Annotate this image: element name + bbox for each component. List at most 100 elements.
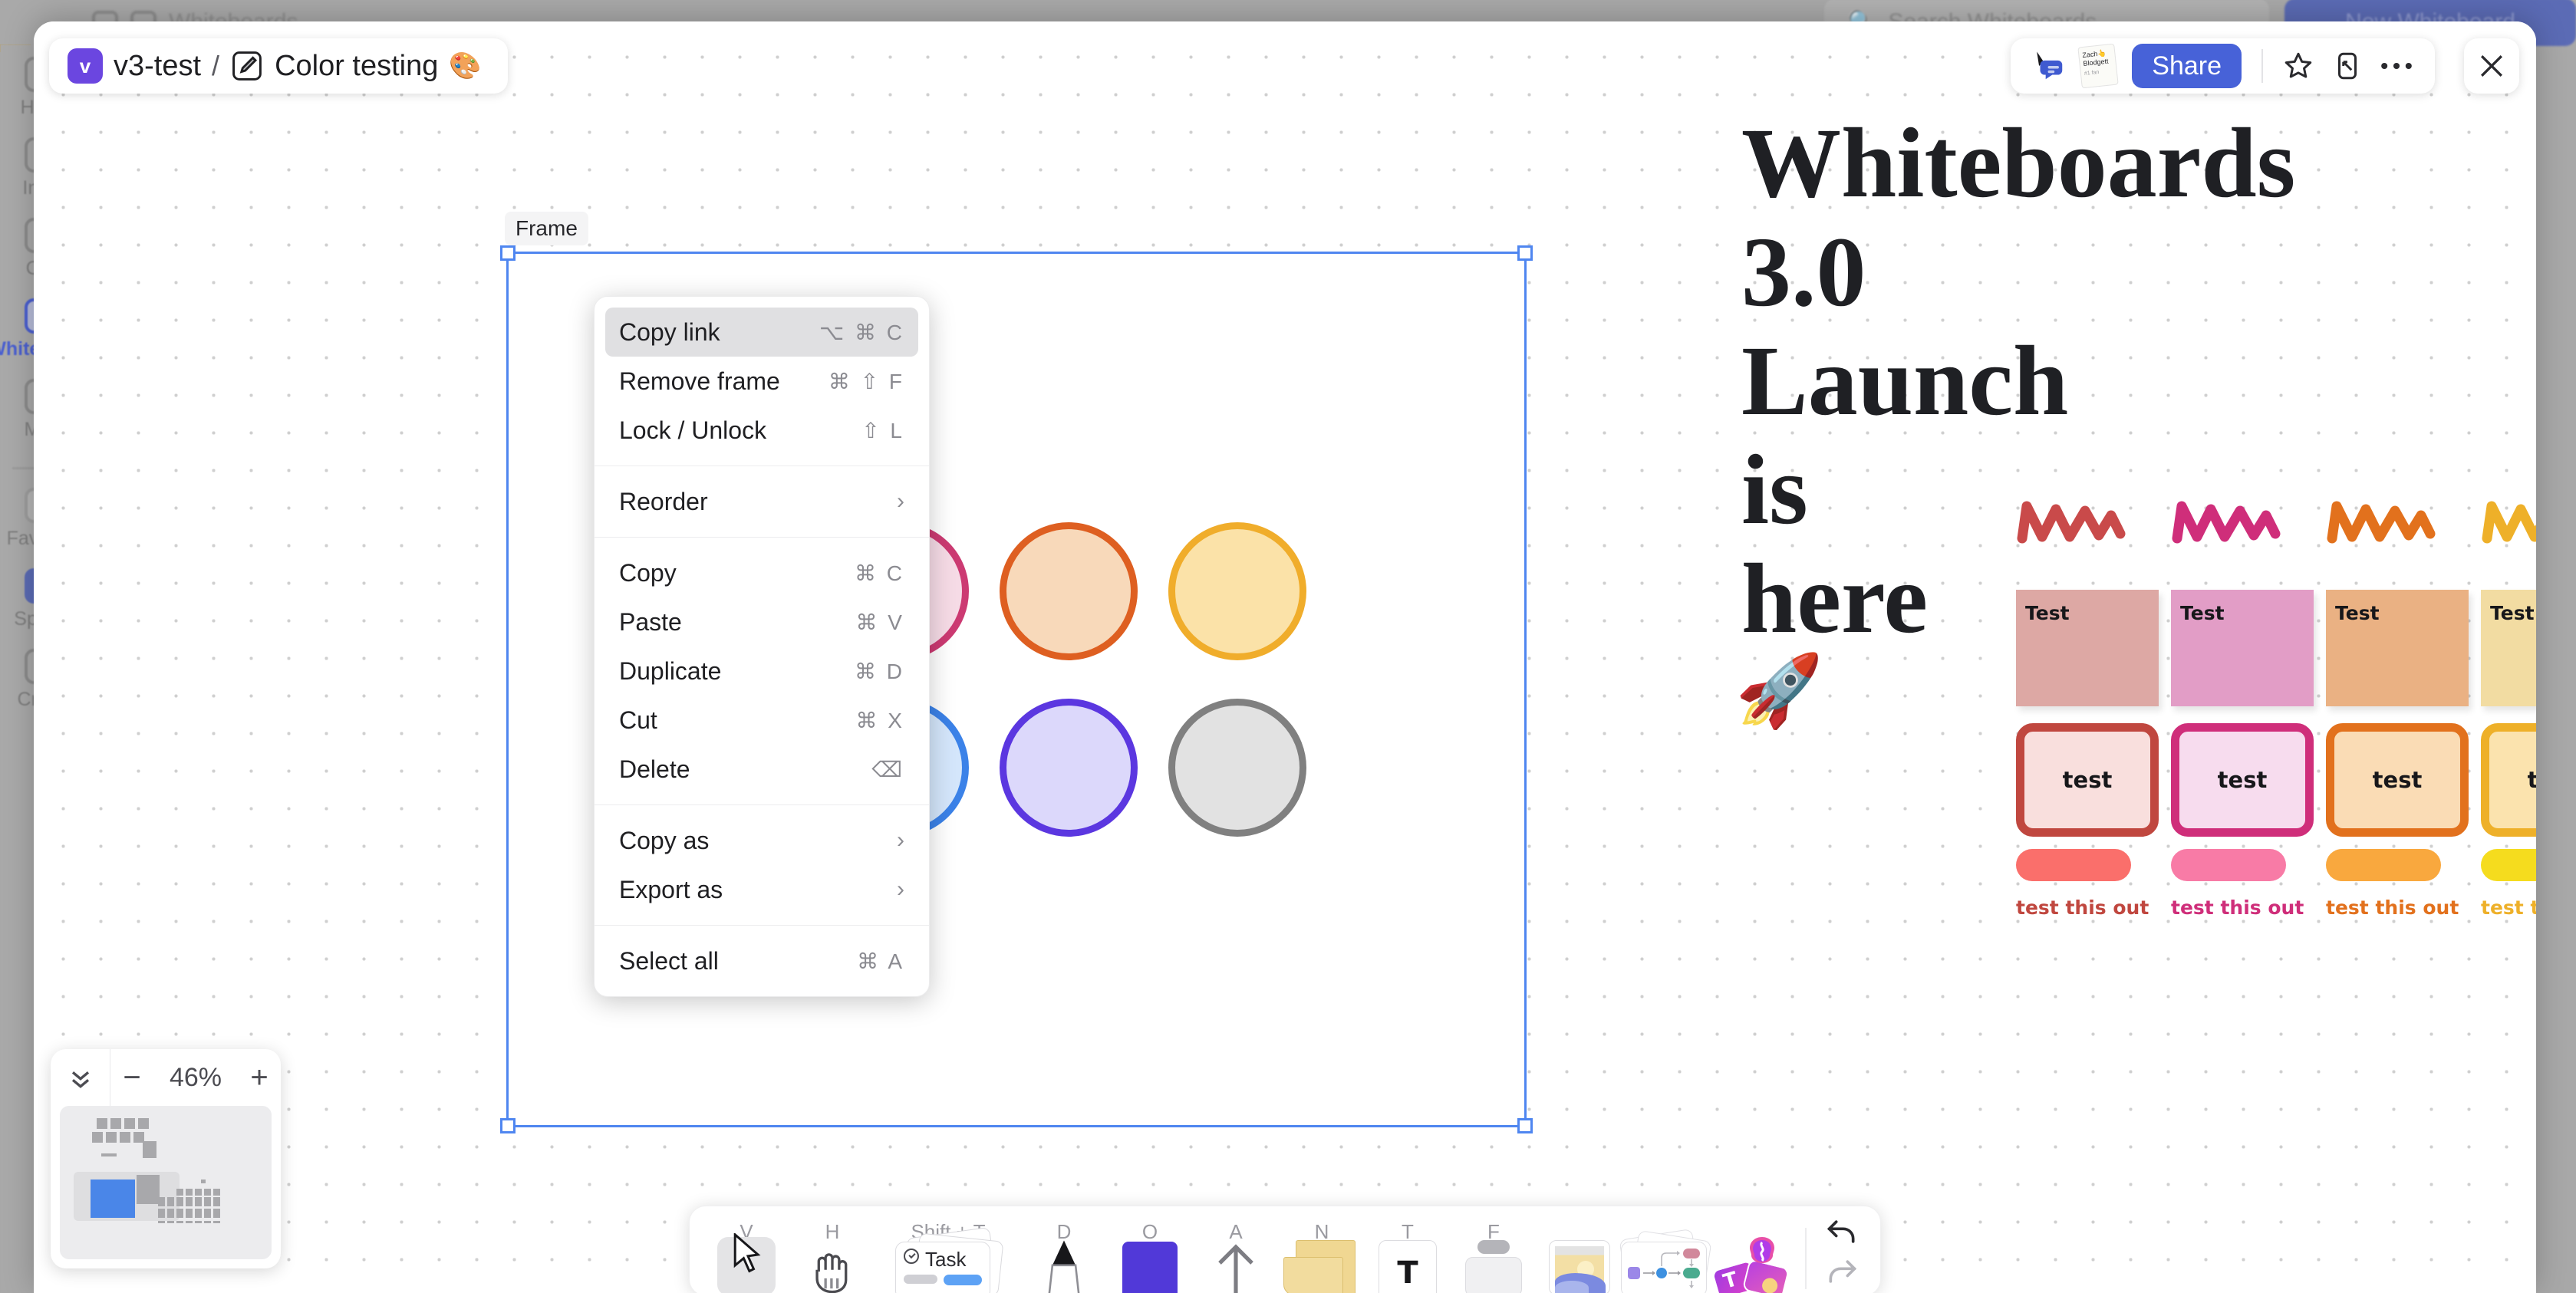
- share-button[interactable]: Share: [2132, 44, 2242, 88]
- zoom-in-button[interactable]: +: [238, 1061, 281, 1095]
- minimap[interactable]: [60, 1106, 272, 1259]
- menu-item-label: Reorder: [619, 487, 708, 515]
- arrow-up-icon: [1214, 1244, 1257, 1293]
- note-tool[interactable]: N: [1279, 1219, 1365, 1293]
- ai-tool[interactable]: T: [1708, 1219, 1794, 1293]
- tool-shortcut-label: A: [1229, 1220, 1243, 1243]
- menu-item-shortcut: ⌫: [871, 757, 904, 781]
- blob-stroke[interactable]: [2171, 849, 2286, 881]
- menu-item-export-as[interactable]: Export as ›: [605, 865, 918, 914]
- resize-handle-top-left[interactable]: [500, 245, 516, 261]
- caption-text[interactable]: test this out: [2016, 897, 2162, 919]
- menu-item-label: Delete: [619, 755, 690, 783]
- menu-item-lock-unlock[interactable]: Lock / Unlock ⇧ L: [605, 406, 918, 455]
- avatar[interactable]: Zach👆 Blodgett #1 fan: [2077, 43, 2120, 89]
- menu-item-shortcut: ⌘ X: [855, 708, 904, 732]
- rounded-card[interactable]: test: [2481, 723, 2536, 837]
- context-menu[interactable]: Copy link ⌥ ⌘ C Remove frame ⌘ ⇧ F Lock / Un…: [594, 296, 930, 997]
- draw-tool[interactable]: D: [1021, 1219, 1107, 1293]
- text-tool[interactable]: T T: [1365, 1219, 1451, 1293]
- text-t-icon: T: [1379, 1240, 1437, 1293]
- circle-yellow[interactable]: [1168, 522, 1306, 660]
- zoom-out-button[interactable]: −: [110, 1061, 153, 1095]
- frame-tool[interactable]: F: [1451, 1219, 1537, 1293]
- toolbar-divider: [1805, 1228, 1807, 1289]
- blob-stroke[interactable]: [2326, 849, 2441, 881]
- menu-item-delete[interactable]: Delete ⌫: [605, 745, 918, 794]
- toolbar-divider: [2261, 49, 2263, 83]
- menu-item-paste[interactable]: Paste ⌘ V: [605, 597, 918, 646]
- chevron-right-icon: ›: [897, 489, 904, 514]
- resize-handle-top-right[interactable]: [1517, 245, 1533, 261]
- menu-item-copy[interactable]: Copy ⌘ C: [605, 548, 918, 597]
- comment-cursor-icon[interactable]: [2028, 44, 2070, 87]
- ellipsis-icon[interactable]: [2375, 44, 2418, 87]
- rounded-card[interactable]: test: [2171, 723, 2314, 837]
- arrow-tool[interactable]: A: [1193, 1219, 1279, 1293]
- sticky-note-text: Test: [2025, 602, 2070, 624]
- menu-item-label: Paste: [619, 607, 682, 636]
- menu-item-select-all[interactable]: Select all ⌘ A: [605, 936, 918, 985]
- hand-tool[interactable]: H: [789, 1219, 875, 1293]
- caption-text[interactable]: test this out: [2481, 897, 2536, 919]
- menu-item-shortcut: ⇧ L: [861, 418, 904, 443]
- image-tool[interactable]: [1537, 1219, 1622, 1293]
- squiggle-stroke-icon[interactable]: [2016, 498, 2162, 587]
- bottom-toolbar: V H Shift + T Task DOAN T TF T: [689, 1206, 1881, 1293]
- template-tool[interactable]: [1619, 1219, 1712, 1293]
- frame-icon: [1461, 1240, 1527, 1293]
- star-outline-icon[interactable]: [2277, 44, 2320, 87]
- task-card-tool[interactable]: Shift + T Task: [875, 1219, 1021, 1293]
- sticky-note[interactable]: Test: [2326, 590, 2469, 706]
- close-button[interactable]: [2464, 38, 2519, 94]
- redo-arrow-icon[interactable]: [1817, 1254, 1866, 1289]
- breadcrumb-space[interactable]: v3-test: [114, 50, 201, 83]
- avatar: v: [68, 48, 103, 84]
- menu-separator: [595, 537, 929, 538]
- sticky-column: Test test test this out: [2016, 498, 2162, 919]
- undo-arrow-icon[interactable]: [1817, 1214, 1866, 1249]
- sticky-column: Test test test this out: [2481, 498, 2536, 919]
- mouse-cursor-icon: [732, 1232, 764, 1280]
- rounded-card[interactable]: test: [2326, 723, 2469, 837]
- menu-item-label: Cut: [619, 706, 657, 734]
- rounded-card[interactable]: test: [2016, 723, 2159, 837]
- menu-item-copy-as[interactable]: Copy as ›: [605, 816, 918, 865]
- zoom-controls: − 46% +: [51, 1049, 281, 1106]
- sticky-note[interactable]: Test: [2171, 590, 2314, 706]
- sticky-note[interactable]: Test: [2016, 590, 2159, 706]
- tool-shortcut-label: H: [825, 1220, 840, 1243]
- blob-stroke[interactable]: [2481, 849, 2536, 881]
- share-label: Share: [2152, 51, 2222, 81]
- frame-label[interactable]: Frame: [505, 212, 588, 245]
- squiggle-stroke-icon[interactable]: [2171, 498, 2317, 587]
- sticky-column: Test test test this out: [2326, 498, 2472, 919]
- menu-item-remove-frame[interactable]: Remove frame ⌘ ⇧ F: [605, 357, 918, 406]
- menu-item-reorder[interactable]: Reorder ›: [605, 477, 918, 526]
- caption-text[interactable]: test this out: [2326, 897, 2472, 919]
- hero-line-text: Launch: [1741, 326, 2069, 436]
- circle-orange[interactable]: [1000, 522, 1138, 660]
- menu-item-copy-link[interactable]: Copy link ⌥ ⌘ C: [605, 308, 918, 357]
- expand-collapse-icon[interactable]: [2326, 44, 2369, 87]
- hero-line-highlighted: Launch: [1710, 331, 2140, 431]
- resize-handle-bottom-right[interactable]: [1517, 1118, 1533, 1133]
- menu-item-label: Duplicate: [619, 656, 722, 685]
- resize-handle-bottom-left[interactable]: [500, 1118, 516, 1133]
- squiggle-stroke-icon[interactable]: [2481, 498, 2536, 587]
- breadcrumb[interactable]: v v3-test / Color testing 🎨: [49, 38, 508, 94]
- menu-item-duplicate[interactable]: Duplicate ⌘ D: [605, 646, 918, 696]
- blob-stroke[interactable]: [2016, 849, 2131, 881]
- minimap-viewport[interactable]: [91, 1179, 135, 1218]
- menu-item-cut[interactable]: Cut ⌘ X: [605, 696, 918, 745]
- sticky-note[interactable]: Test: [2481, 590, 2536, 706]
- squiggle-stroke-icon[interactable]: [2326, 498, 2472, 587]
- circle-gray[interactable]: [1168, 699, 1306, 837]
- circle-purple[interactable]: [1000, 699, 1138, 837]
- shape-tool[interactable]: O: [1107, 1219, 1193, 1293]
- hand-icon: [810, 1245, 855, 1293]
- page-title[interactable]: Color testing: [275, 50, 438, 83]
- caption-text[interactable]: test this out: [2171, 897, 2317, 919]
- modal-top-right-toolbar: Zach👆 Blodgett #1 fan Share: [2011, 38, 2435, 94]
- chevron-double-down-icon[interactable]: [51, 1049, 110, 1106]
